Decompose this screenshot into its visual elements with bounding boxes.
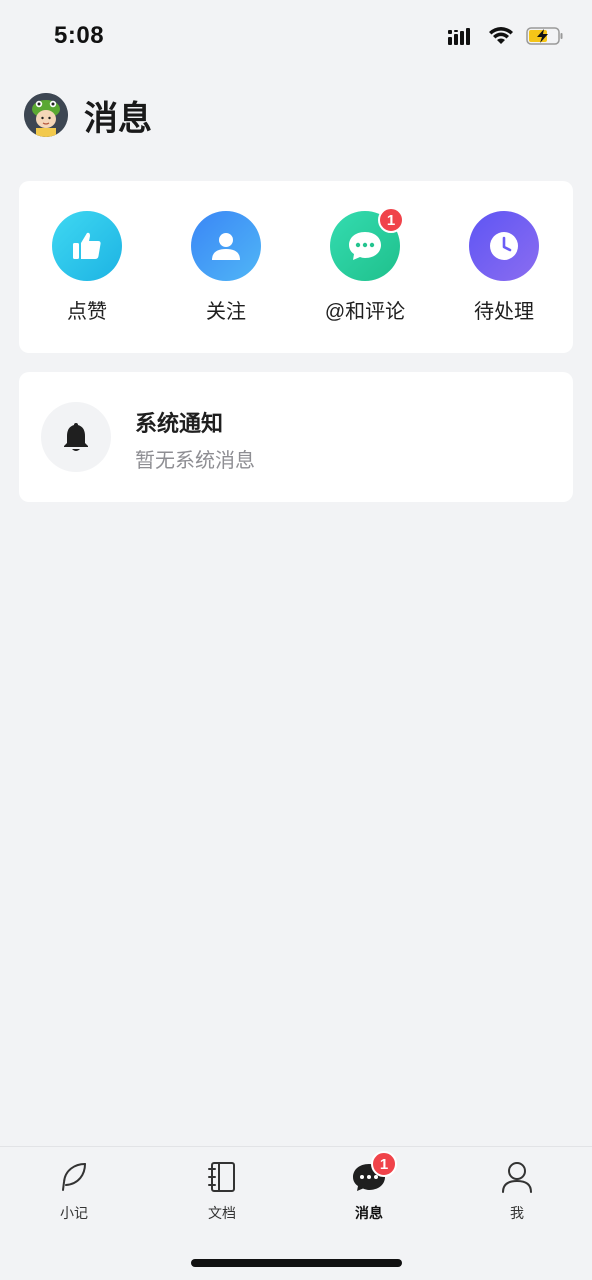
tab-me-label: 我 <box>510 1205 524 1221</box>
tab-notes[interactable]: 小记 <box>24 1159 124 1229</box>
battery-charging-icon <box>526 26 564 51</box>
system-notice-subtitle: 暂无系统消息 <box>135 450 255 472</box>
pending-label: 待处理 <box>474 301 534 323</box>
tab-me[interactable]: 我 <box>467 1159 567 1229</box>
header: 消息 <box>24 92 152 138</box>
notebook-icon <box>204 1159 240 1195</box>
tab-messages-badge: 1 <box>371 1151 397 1177</box>
user-icon <box>191 211 261 281</box>
avatar[interactable] <box>24 93 68 137</box>
follows-entry[interactable]: 关注 <box>166 211 286 331</box>
feather-icon <box>56 1159 92 1195</box>
status-icons <box>448 26 564 51</box>
tab-notes-label: 小记 <box>60 1205 88 1221</box>
status-bar: 5:08 <box>0 0 592 76</box>
follows-label: 关注 <box>206 301 246 323</box>
mentions-comments-label: @和评论 <box>324 301 406 323</box>
clock-icon <box>469 211 539 281</box>
bell-icon <box>41 402 111 472</box>
tab-messages-label: 消息 <box>355 1205 383 1221</box>
page-title: 消息 <box>84 99 152 138</box>
tab-documents-label: 文档 <box>208 1205 236 1221</box>
home-indicator[interactable] <box>191 1259 402 1267</box>
chat-bubble-icon: 1 <box>330 207 404 281</box>
tab-documents[interactable]: 文档 <box>172 1159 272 1229</box>
likes-entry[interactable]: 点赞 <box>27 211 147 331</box>
system-notice-title: 系统通知 <box>135 411 224 436</box>
mentions-badge: 1 <box>378 207 404 233</box>
status-time: 5:08 <box>54 22 105 49</box>
thumbs-up-icon <box>52 211 122 281</box>
pending-entry[interactable]: 待处理 <box>444 211 564 331</box>
signal-icon <box>448 27 476 50</box>
system-notice-card[interactable]: 系统通知 暂无系统消息 <box>19 372 573 502</box>
person-icon <box>499 1159 535 1195</box>
likes-label: 点赞 <box>67 301 107 323</box>
quick-entries-card: 点赞 关注 1 @和评论 待处理 <box>19 181 573 353</box>
message-icon: 1 <box>351 1151 397 1195</box>
tab-messages[interactable]: 1 消息 <box>319 1151 419 1229</box>
mentions-comments-entry[interactable]: 1 @和评论 <box>305 207 425 331</box>
wifi-icon <box>488 26 514 51</box>
